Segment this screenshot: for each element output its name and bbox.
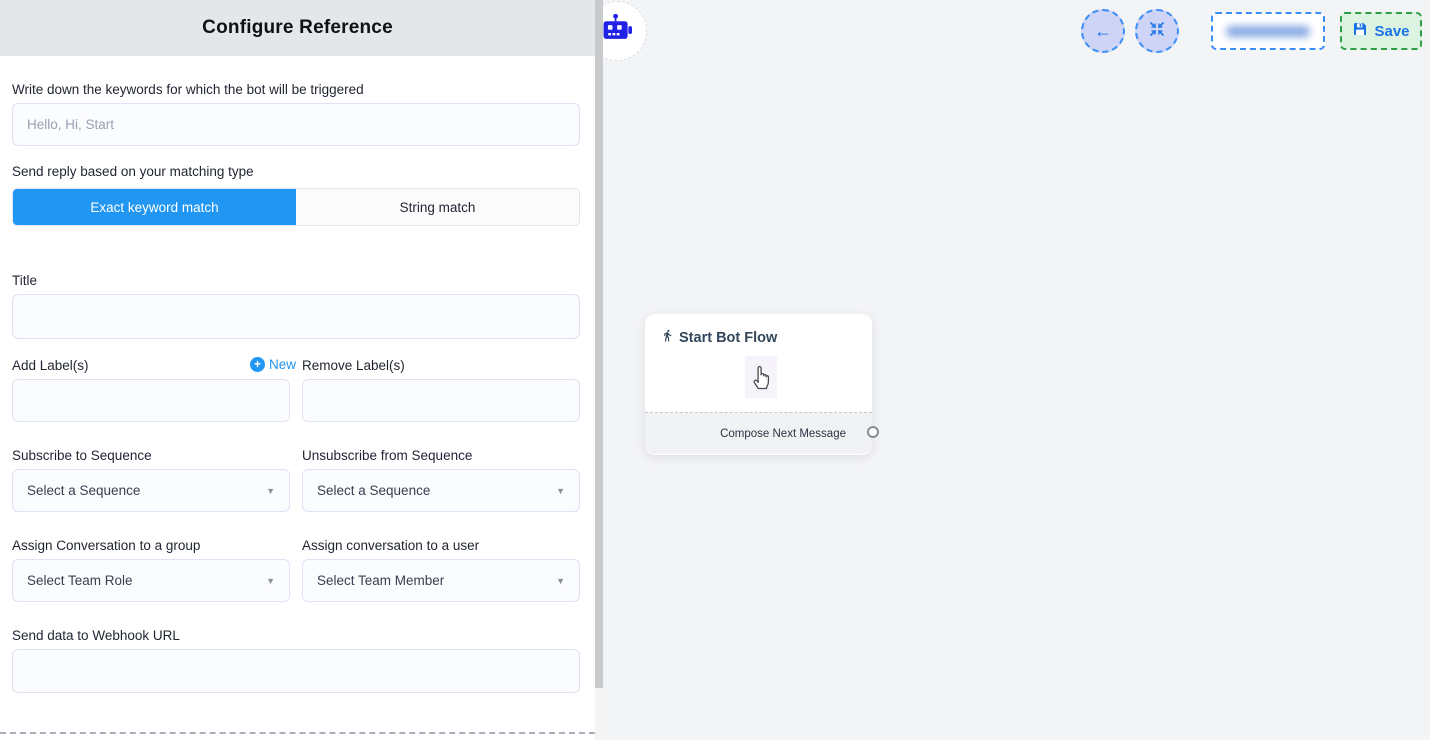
compose-next-message-label[interactable]: Compose Next Message xyxy=(720,428,846,440)
back-arrow-icon: ← xyxy=(1094,21,1112,42)
save-icon xyxy=(1352,21,1368,41)
robot-icon xyxy=(603,12,634,51)
node-footer: Compose Next Message xyxy=(645,413,872,454)
chevron-down-icon: ▼ xyxy=(556,576,565,586)
panel-title: Configure Reference xyxy=(202,17,393,39)
back-button[interactable]: ← xyxy=(1081,9,1125,53)
save-label: Save xyxy=(1374,23,1409,40)
hand-cursor-icon xyxy=(745,356,777,398)
remove-labels-input[interactable] xyxy=(302,379,580,422)
webhook-label: Send data to Webhook URL xyxy=(12,628,180,643)
assign-user-select[interactable]: Select Team Member ▼ xyxy=(302,559,580,602)
unsubscribe-sequence-value: Select a Sequence xyxy=(317,483,430,498)
title-input[interactable] xyxy=(12,294,580,339)
panel-bottom-dashed-divider xyxy=(0,732,595,734)
assign-group-select[interactable]: Select Team Role ▼ xyxy=(12,559,290,602)
assign-group-value: Select Team Role xyxy=(27,573,133,588)
unsubscribe-sequence-select[interactable]: Select a Sequence ▼ xyxy=(302,469,580,512)
subscribe-sequence-label: Subscribe to Sequence xyxy=(12,448,152,463)
add-labels-label: Add Label(s) xyxy=(12,358,89,373)
assign-user-label: Assign conversation to a user xyxy=(302,538,479,553)
walking-person-icon xyxy=(661,328,674,347)
save-button[interactable]: Save xyxy=(1340,12,1422,50)
keywords-label: Write down the keywords for which the bo… xyxy=(12,82,364,97)
panel-header: Configure Reference xyxy=(0,0,595,56)
remove-labels-label: Remove Label(s) xyxy=(302,358,405,373)
scrollbar-thumb[interactable] xyxy=(595,0,603,688)
chevron-down-icon: ▼ xyxy=(266,486,275,496)
redacted-action-button[interactable] xyxy=(1211,12,1325,50)
configure-reference-panel: Configure Reference Write down the keywo… xyxy=(0,0,595,740)
chevron-down-icon: ▼ xyxy=(266,576,275,586)
plus-icon: + xyxy=(250,357,265,372)
add-labels-input[interactable] xyxy=(12,379,290,422)
start-bot-flow-node[interactable]: Start Bot Flow Compose Next Message xyxy=(645,314,872,455)
subscribe-sequence-value: Select a Sequence xyxy=(27,483,140,498)
keywords-input[interactable] xyxy=(12,103,580,146)
node-title-text: Start Bot Flow xyxy=(679,330,777,346)
assign-user-value: Select Team Member xyxy=(317,573,444,588)
blurred-label xyxy=(1226,26,1310,37)
matching-type-toggle: Exact keyword match String match xyxy=(12,188,580,226)
fit-view-button[interactable] xyxy=(1135,9,1179,53)
node-title: Start Bot Flow xyxy=(661,328,777,347)
webhook-input[interactable] xyxy=(12,649,580,693)
matching-type-label: Send reply based on your matching type xyxy=(12,164,254,179)
chevron-down-icon: ▼ xyxy=(556,486,565,496)
string-match-button[interactable]: String match xyxy=(296,189,579,225)
panel-scrollbar[interactable] xyxy=(595,0,603,740)
compress-icon xyxy=(1149,21,1165,42)
new-label-text: New xyxy=(269,357,296,372)
assign-group-label: Assign Conversation to a group xyxy=(12,538,200,553)
new-label-button[interactable]: + New xyxy=(250,357,296,372)
subscribe-sequence-select[interactable]: Select a Sequence ▼ xyxy=(12,469,290,512)
exact-keyword-match-button[interactable]: Exact keyword match xyxy=(13,189,296,225)
connection-port[interactable] xyxy=(867,426,879,438)
flow-canvas[interactable]: ← Save xyxy=(603,0,1430,740)
bot-launcher-button[interactable] xyxy=(603,1,647,61)
node-body: Start Bot Flow xyxy=(645,314,872,413)
unsubscribe-sequence-label: Unsubscribe from Sequence xyxy=(302,448,472,463)
title-label: Title xyxy=(12,273,37,288)
